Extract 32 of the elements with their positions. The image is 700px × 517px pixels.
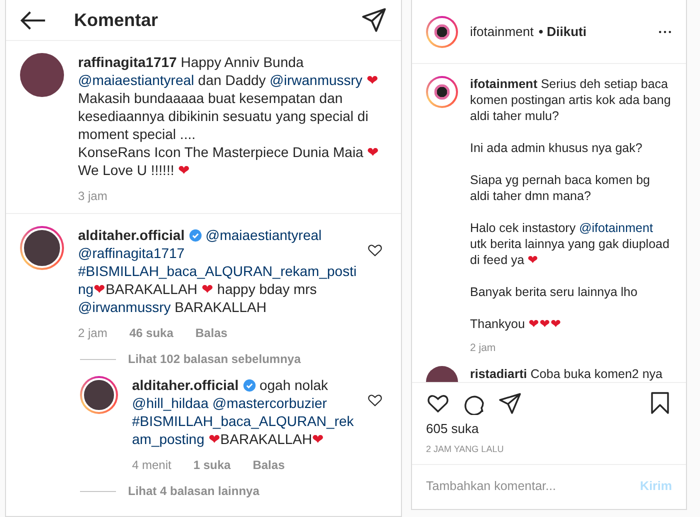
post-time: 2 JAM YANG LALU: [412, 438, 686, 465]
avatar-photo[interactable]: [80, 376, 118, 414]
follow-status[interactable]: • Diikuti: [538, 24, 586, 39]
bookmark-icon[interactable]: [648, 391, 672, 415]
back-arrow-icon[interactable]: [20, 10, 46, 30]
comment-text: alditaher.official @maiaestiantyreal @raffinagita1717 #BISMILLAH_baca_ALQURAN_rekam_posting❤BARAKALLAH ❤ happy bday mrs @irwanmussry BARAKALLAH: [78, 226, 357, 316]
likes-count-button[interactable]: 46 suka: [129, 326, 174, 340]
heart-icon[interactable]: [367, 242, 383, 258]
likes-count[interactable]: 605 suka: [412, 419, 686, 438]
reply-button[interactable]: Balas: [195, 326, 228, 340]
view-replies-link[interactable]: Lihat 4 balasan lainnya: [128, 484, 260, 498]
likes-count-button[interactable]: 1 suka: [193, 458, 231, 472]
comment-text: alditaher.official ogah nolak @hill_hildaa @mastercorbuzier #BISMILLAH_baca_ALQURAN_rekam_posting ❤BARAKALLAH❤: [132, 376, 355, 448]
more-options-icon[interactable]: [658, 30, 672, 34]
comment-time: 2 jam: [78, 326, 108, 340]
avatar-logo[interactable]: [426, 76, 458, 108]
send-icon[interactable]: [361, 7, 387, 33]
heart-icon[interactable]: [367, 392, 383, 408]
page-title: Komentar: [74, 10, 160, 30]
avatar-logo[interactable]: [426, 16, 458, 48]
send-icon[interactable]: [498, 391, 522, 415]
comment-text: ristadiarti Coba buka komen2 nya: [470, 366, 664, 382]
account-name[interactable]: ifotainment: [470, 24, 534, 39]
caption-time: 2 jam: [470, 342, 497, 354]
avatar-photo[interactable]: [20, 53, 64, 97]
caption-text: ifotainment Serius deh setiap baca komen postingan artis kok ada bang aldi taher mulu? Ini ada admin khusus nya gak? Siapa yg pernah baca komen bg aldi taher dmn mana? Halo cek instastory @ifotainment utk berita lainnya yang gak diupload di feed ya ❤ Banyak berita seru lainnya lho Thankyou ❤❤❤: [470, 76, 672, 332]
comment-time: 3 jam: [78, 189, 108, 203]
reply-button[interactable]: Balas: [252, 458, 285, 472]
comment-text: raffinagita1717 Happy Anniv Bunda @maiaestiantyreal dan Daddy @irwanmussry ❤ Makasih bundaaaaa buat kesempatan dan kesediaannya dibikinin sesuatu yang special di moment special .... KonseRans Icon The Masterpiece Dunia Maia ❤ We Love U !!!!!! ❤: [78, 53, 380, 179]
avatar-photo[interactable]: [20, 226, 64, 270]
view-replies-link[interactable]: Lihat 102 balasan sebelumnya: [128, 352, 301, 366]
comment-time: 4 menit: [132, 458, 172, 472]
